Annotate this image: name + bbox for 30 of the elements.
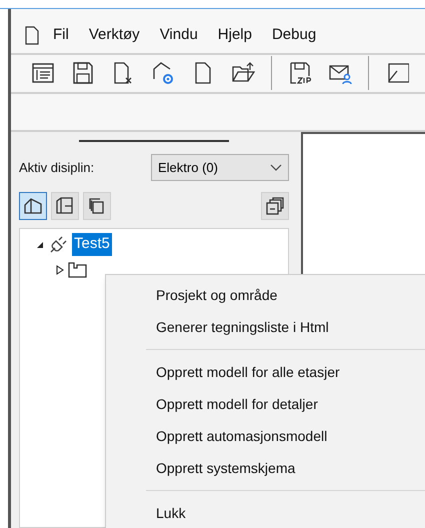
menu-item[interactable]: Verktøy	[88, 24, 140, 47]
menu-item[interactable]: Hjelp	[218, 24, 252, 47]
building-icon	[23, 196, 43, 216]
collapse-all-button[interactable]	[261, 192, 289, 220]
save-icon[interactable]	[71, 61, 95, 86]
collapsed-arrow-icon[interactable]	[56, 264, 64, 274]
discipline-label: Aktiv disiplin:	[19, 158, 94, 177]
windows-icon	[266, 197, 284, 215]
view-button[interactable]	[19, 192, 47, 220]
context-menu-item[interactable]: Generer tegningsliste i Html	[106, 311, 425, 343]
context-menu-item[interactable]: Opprett modell for detaljer	[106, 388, 425, 420]
plug-icon	[48, 234, 68, 254]
properties-icon[interactable]	[31, 61, 55, 86]
floor-plan-icon	[68, 260, 88, 278]
discipline-dropdown[interactable]: Elektro (0)	[151, 154, 289, 181]
tree-node-label[interactable]: Test5	[72, 233, 112, 256]
context-menu-item[interactable]: Prosjekt og område	[106, 279, 425, 311]
context-menu-item[interactable]: Opprett modell for alle etasjer	[106, 356, 425, 388]
context-menu-item[interactable]: Lukk	[106, 497, 425, 528]
context-menu-item[interactable]: Opprett automasjonsmodell	[106, 420, 425, 452]
house-gear-icon[interactable]	[151, 61, 175, 86]
menu-item[interactable]: Debug	[272, 24, 316, 47]
floor-plan-icon	[55, 196, 75, 216]
context-menu-item[interactable]: Opprett systemskjema	[106, 452, 425, 484]
save-zip-icon[interactable]	[288, 61, 312, 86]
menu-item[interactable]: Fil	[53, 24, 69, 47]
expanded-arrow-icon[interactable]	[36, 240, 44, 248]
chevron-down-icon	[270, 164, 282, 172]
document-icon[interactable]	[25, 26, 39, 45]
menu-item[interactable]: Vindu	[160, 24, 198, 47]
